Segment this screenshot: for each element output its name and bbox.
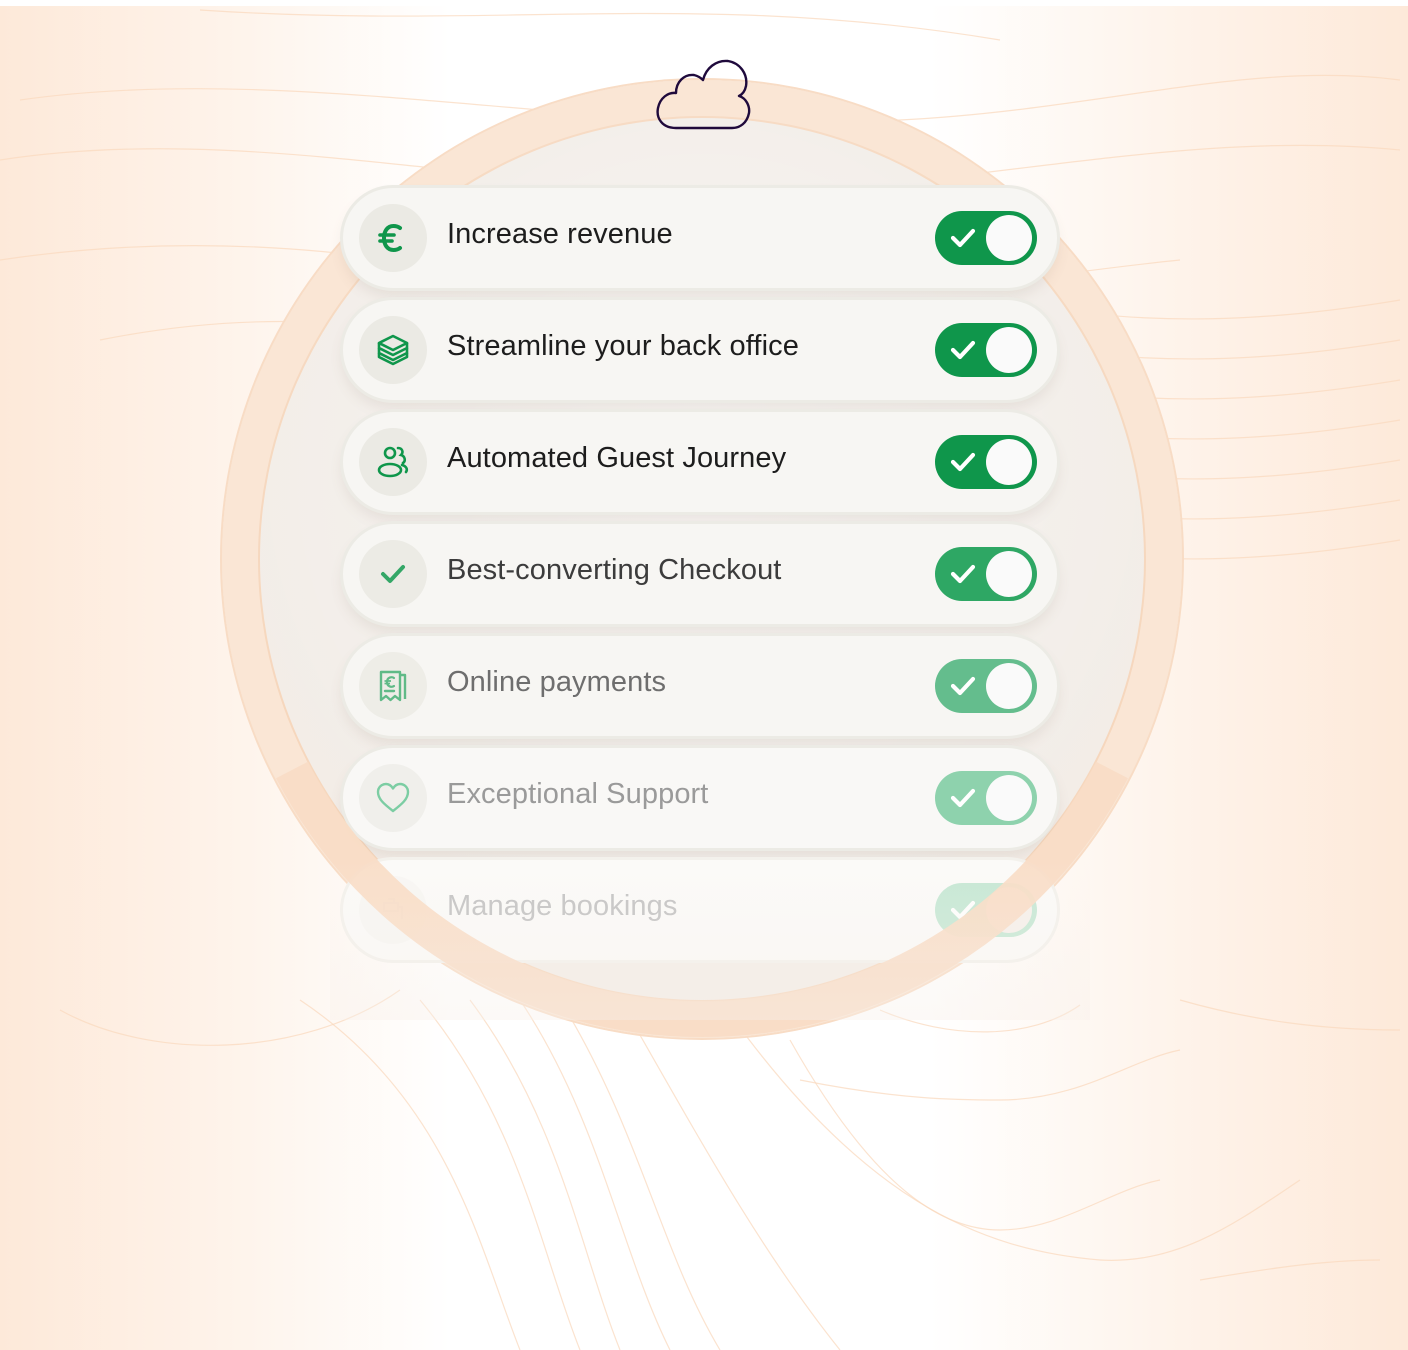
toggle-knob [986,775,1032,821]
feature-toggle[interactable] [935,435,1037,489]
check-icon [950,676,976,696]
toggle-knob [986,551,1032,597]
feature-label: Exceptional Support [447,778,709,810]
check-icon [950,788,976,808]
feature-toggle[interactable] [935,883,1037,937]
feature-toggle[interactable] [935,211,1037,265]
feature-item-best-converting-checkout: Best-converting Checkout [343,524,1057,624]
feature-toggle[interactable] [935,659,1037,713]
checkmark-icon [359,540,427,608]
check-icon [950,340,976,360]
feature-label: Increase revenue [447,218,673,250]
feature-toggle[interactable] [935,771,1037,825]
feature-item-manage-bookings: Manage bookings [343,860,1057,960]
feature-label: Online payments [447,666,667,698]
cloud-icon [656,59,751,130]
check-icon [950,564,976,584]
feature-item-increase-revenue: Increase revenue [343,188,1057,288]
feature-label: Automated Guest Journey [447,442,787,474]
check-icon [950,452,976,472]
toggle-knob [986,215,1032,261]
euro-icon [359,204,427,272]
toggle-knob [986,887,1032,933]
feature-item-online-payments: Online payments [343,636,1057,736]
toggle-knob [986,439,1032,485]
receipt-euro-icon [359,652,427,720]
toggle-knob [986,663,1032,709]
users-icon [359,428,427,496]
feature-item-streamline-back-office: Streamline your back office [343,300,1057,400]
layers-stack-icon [359,316,427,384]
feature-toggle[interactable] [935,547,1037,601]
feature-item-automated-guest-journey: Automated Guest Journey [343,412,1057,512]
feature-label: Manage bookings [447,890,678,922]
booking-icon [359,876,427,944]
feature-label: Best-converting Checkout [447,554,782,586]
toggle-knob [986,327,1032,373]
check-icon [950,228,976,248]
feature-item-exceptional-support: Exceptional Support [343,748,1057,848]
feature-label: Streamline your back office [447,330,799,362]
feature-toggle[interactable] [935,323,1037,377]
heart-icon [359,764,427,832]
check-icon [950,900,976,920]
